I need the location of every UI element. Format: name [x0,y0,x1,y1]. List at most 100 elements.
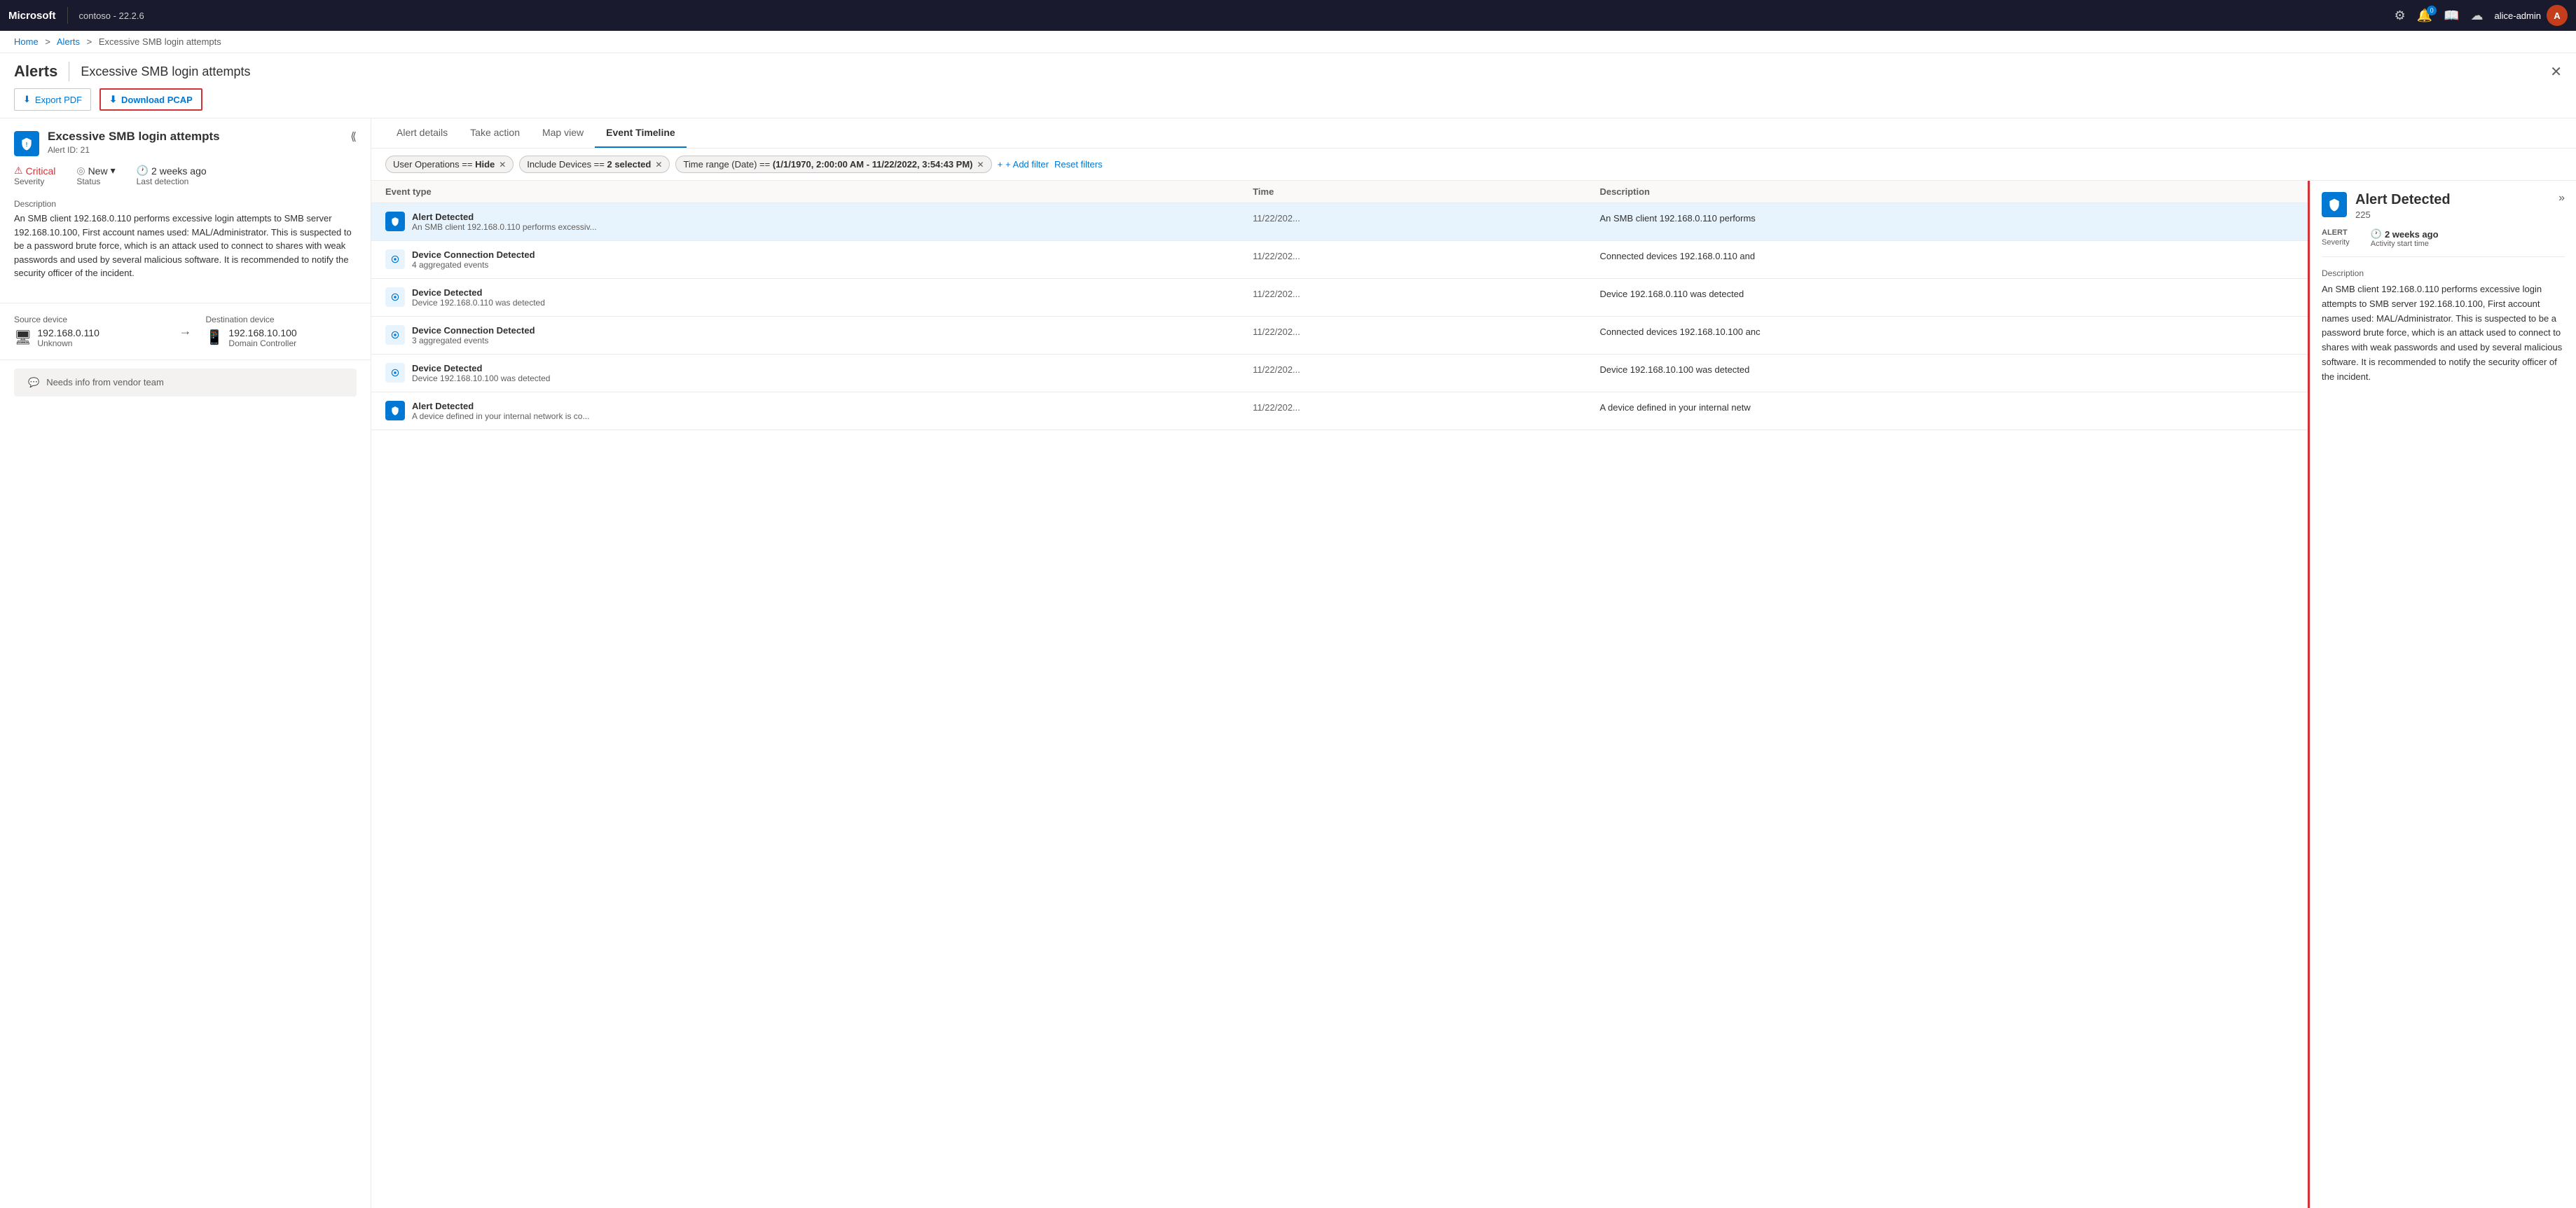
breadcrumb-alerts[interactable]: Alerts [57,36,80,47]
device-detected-icon-2 [385,363,405,383]
event-time-3: 11/22/202... [1253,287,1599,299]
tabs-bar: Alert details Take action Map view Event… [371,118,2576,149]
collapse-panel-button[interactable]: ⟪ [350,130,357,144]
export-pdf-button[interactable]: ⬇ Export PDF [14,88,91,111]
last-detection-label: Last detection [137,177,207,186]
event-desc-5: Device 192.168.10.100 was detected [1599,363,2294,375]
brand-logo: Microsoft [8,10,56,22]
event-name-4: Device Connection Detected [412,325,1253,336]
table-row[interactable]: Device Connection Detected 4 aggregated … [371,241,2308,279]
filter-user-operations[interactable]: User Operations == Hide ✕ [385,156,514,173]
page-header: Alerts Excessive SMB login attempts ✕ ⬇ … [0,53,2576,118]
device-detected-icon-1 [385,287,405,307]
status-dropdown-icon[interactable]: ▾ [111,165,116,177]
dest-device-icon: 📱 [206,329,223,346]
event-name-6: Alert Detected [412,401,1253,411]
cloud-icon[interactable]: ☁ [2471,8,2484,23]
book-icon[interactable]: 📖 [2444,8,2459,23]
table-row[interactable]: Device Connection Detected 3 aggregated … [371,317,2308,355]
filter-time-range[interactable]: Time range (Date) == (1/1/1970, 2:00:00 … [675,156,991,173]
user-name: alice-admin [2495,11,2541,21]
status-label: Status [76,177,115,186]
filter-include-devices[interactable]: Include Devices == 2 selected ✕ [519,156,670,173]
description-text: An SMB client 192.168.0.110 performs exc… [14,212,357,280]
page-actions: ⬇ Export PDF ⬇ Download PCAP [14,88,2562,118]
breadcrumb: Home > Alerts > Excessive SMB login atte… [0,31,2576,53]
main-content: ! Excessive SMB login attempts Alert ID:… [0,118,2576,1208]
device-connection-icon-2 [385,325,405,345]
filters-bar: User Operations == Hide ✕ Include Device… [371,149,2576,181]
detail-clock-icon: 🕐 [2371,228,2382,240]
alert-title: Excessive SMB login attempts [48,130,342,144]
event-sub-2: 4 aggregated events [412,260,1253,270]
event-desc-3: Device 192.168.0.110 was detected [1599,287,2294,299]
page-title: Alerts [14,62,57,81]
reset-filters-button[interactable]: Reset filters [1054,159,1103,170]
dest-ip: 192.168.10.100 [228,327,296,338]
left-panel: ! Excessive SMB login attempts Alert ID:… [0,118,371,1208]
alert-id: Alert ID: 21 [48,145,342,155]
source-device-icon: 🖥 [14,329,32,346]
severity-value: Critical [26,165,56,177]
user-menu[interactable]: alice-admin A [2495,5,2568,26]
tab-event-timeline[interactable]: Event Timeline [595,118,687,148]
filter-include-devices-close[interactable]: ✕ [655,160,662,170]
add-filter-button[interactable]: + + Add filter [998,159,1049,170]
detail-desc-label: Description [2322,268,2565,278]
event-name-5: Device Detected [412,363,1253,373]
device-connection-icon-1 [385,249,405,269]
event-sub-3: Device 192.168.0.110 was detected [412,298,1253,308]
settings-icon[interactable]: ⚙ [2395,8,2406,23]
alert-detected-icon [385,212,405,231]
alert-card: ! Excessive SMB login attempts Alert ID:… [0,118,371,303]
filter-user-ops-label: User Operations == Hide [393,159,495,170]
detail-time-value: 🕐 2 weeks ago [2371,228,2439,240]
detail-number: 225 [2355,210,2451,220]
table-row[interactable]: Device Detected Device 192.168.0.110 was… [371,279,2308,317]
description-label: Description [14,199,357,209]
breadcrumb-home[interactable]: Home [14,36,39,47]
notifications-icon[interactable]: 🔔 0 [2417,8,2432,23]
table-row[interactable]: Alert Detected A device defined in your … [371,392,2308,430]
arrow-icon: → [179,324,192,338]
event-name-2: Device Connection Detected [412,249,1253,260]
event-sub-1: An SMB client 192.168.0.110 performs exc… [412,222,1253,232]
download-pcap-button[interactable]: ⬇ Download PCAP [99,88,202,111]
close-panel-button[interactable]: ✕ [2550,63,2562,81]
breadcrumb-current: Excessive SMB login attempts [99,36,221,47]
comment-section[interactable]: 💬 Needs info from vendor team [14,369,357,397]
table-row[interactable]: Alert Detected An SMB client 192.168.0.1… [371,203,2308,241]
tab-map-view[interactable]: Map view [531,118,595,148]
event-time-2: 11/22/202... [1253,249,1599,261]
detail-panel: Alert Detected 225 » ALERT Severity 🕐 [2310,181,2576,1208]
source-type: Unknown [37,338,99,348]
nav-icons: ⚙ 🔔 0 📖 ☁ alice-admin A [2395,5,2568,26]
app-version: contoso - 22.2.6 [79,11,144,21]
col-event-header: Event type [385,186,1253,197]
detail-severity-sub: Severity [2322,238,2350,247]
table-header: Event type Time Description [371,181,2308,203]
source-device-label: Source device [14,315,165,324]
detail-desc-text: An SMB client 192.168.0.110 performs exc… [2322,282,2565,385]
col-desc-header: Description [1599,186,2294,197]
table-row[interactable]: Device Detected Device 192.168.10.100 wa… [371,355,2308,392]
user-avatar[interactable]: A [2547,5,2568,26]
event-sub-4: 3 aggregated events [412,336,1253,345]
tab-take-action[interactable]: Take action [459,118,531,148]
detail-severity-label: ALERT [2322,228,2350,237]
event-desc-4: Connected devices 192.168.10.100 anc [1599,325,2294,337]
filter-user-ops-close[interactable]: ✕ [499,160,506,170]
tab-alert-details[interactable]: Alert details [385,118,459,148]
event-table-wrap: Event type Time Description Alert Detect… [371,181,2576,1208]
expand-detail-button[interactable]: » [2558,192,2565,205]
event-sub-6: A device defined in your internal networ… [412,411,1253,421]
event-sub-5: Device 192.168.10.100 was detected [412,373,1253,383]
event-desc-1: An SMB client 192.168.0.110 performs [1599,212,2294,224]
event-desc-2: Connected devices 192.168.0.110 and [1599,249,2294,261]
event-table: Event type Time Description Alert Detect… [371,181,2310,1208]
clock-icon: 🕐 [137,165,149,177]
right-panel: Alert details Take action Map view Event… [371,118,2576,1208]
dest-device-label: Destination device [206,315,357,324]
device-section: Source device 🖥 192.168.0.110 Unknown → … [0,303,371,360]
filter-time-range-close[interactable]: ✕ [977,160,984,170]
